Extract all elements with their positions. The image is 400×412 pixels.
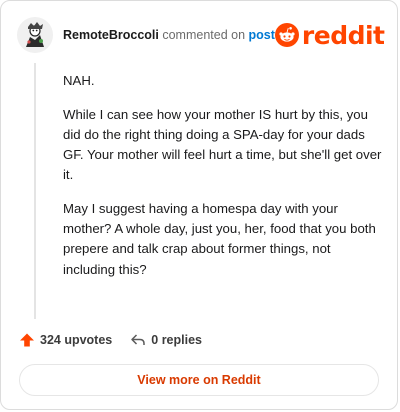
reply-stat[interactable]: 0 replies [130, 332, 202, 348]
post-link[interactable]: post [249, 28, 275, 42]
comment-paragraph: While I can see how your mother IS hurt … [63, 107, 382, 183]
reply-count: 0 replies [151, 333, 202, 347]
comment-body: NAH. While I can see how your mother IS … [63, 71, 385, 294]
comment-paragraph: May I suggest having a homespa day with … [63, 201, 376, 277]
comment-footer: 324 upvotes 0 replies [19, 329, 379, 351]
upvote-arrow-icon [20, 333, 34, 347]
comment-card: RemoteBroccoli commented on post reddit … [0, 0, 398, 410]
username-link[interactable]: RemoteBroccoli [63, 28, 159, 42]
reddit-alien-icon [274, 23, 299, 47]
user-avatar[interactable] [17, 17, 53, 53]
action-text: commented on [162, 28, 246, 42]
reddit-wordmark: reddit [301, 20, 385, 50]
thread-line [34, 63, 36, 319]
comment-paragraph: NAH. [63, 73, 95, 88]
upvote-count: 324 upvotes [40, 333, 113, 347]
reddit-logo[interactable]: reddit [274, 20, 385, 50]
avatar-illustration-icon [17, 17, 53, 53]
upvote-stat[interactable]: 324 upvotes [19, 332, 112, 348]
comment-attribution: RemoteBroccoli commented on post [63, 28, 275, 42]
comment-header: RemoteBroccoli commented on post reddit [17, 15, 385, 55]
reply-arrow-icon [131, 334, 146, 345]
view-more-button[interactable]: View more on Reddit [19, 364, 379, 396]
